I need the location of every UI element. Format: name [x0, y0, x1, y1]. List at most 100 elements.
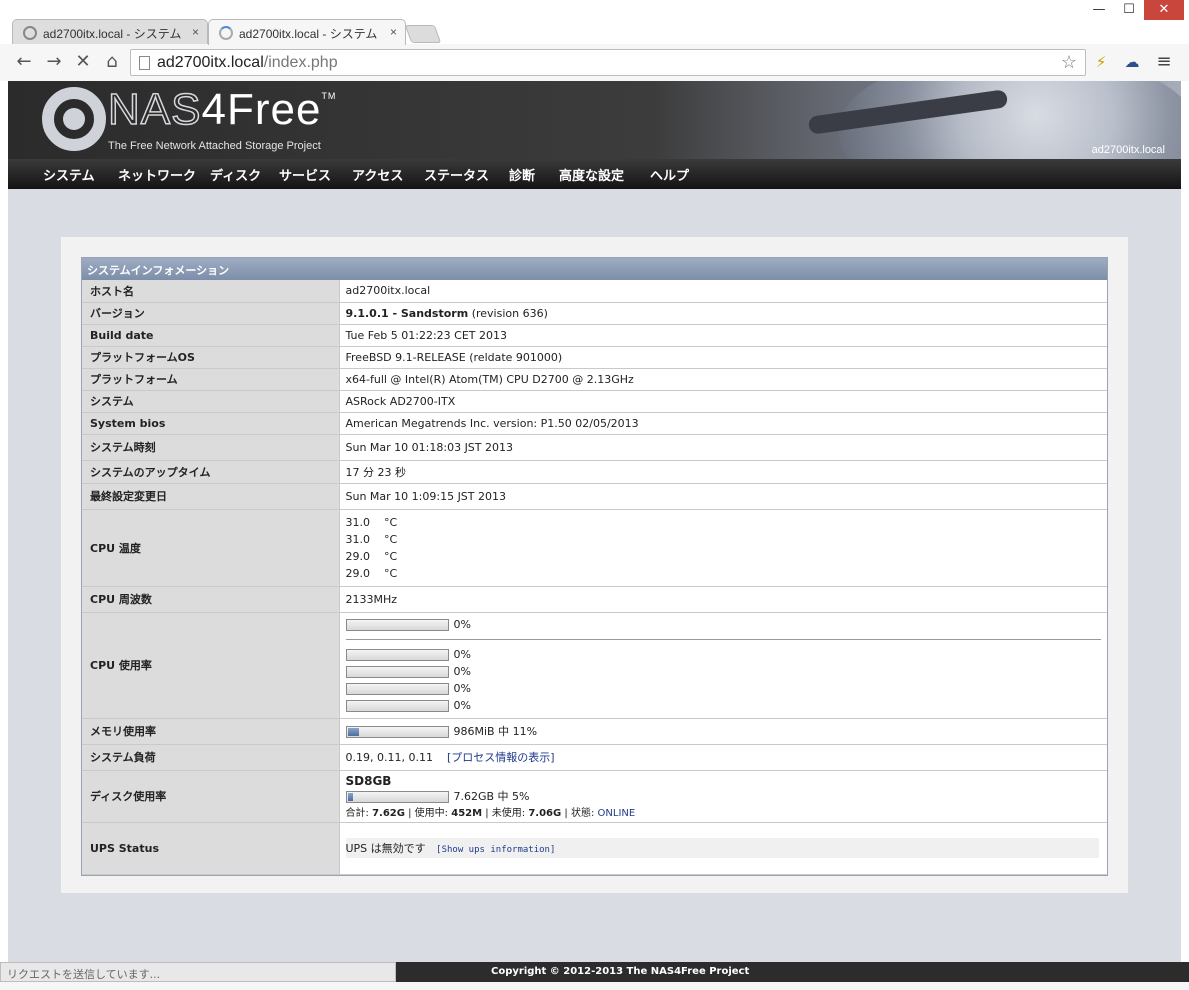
address-bar[interactable]: ad2700itx.local/index.php ☆ — [130, 49, 1086, 76]
cpu-temp-line: 31.0 °C — [345, 532, 398, 546]
table-row: システム時刻 Sun Mar 10 01:18:03 JST 2013 — [82, 434, 1107, 461]
home-icon[interactable]: ⌂ — [100, 50, 124, 74]
table-row: システム負荷 0.19, 0.11, 0.11 [プロセス情報の表示] — [82, 744, 1107, 771]
status-bar: リクエストを送信しています... Copyright © 2012-2013 T… — [0, 962, 1189, 982]
table-row: システムのアップタイム 17 分 23 秒 — [82, 460, 1107, 484]
hostname-label: ad2700itx.local — [1091, 144, 1165, 156]
tab-close-icon[interactable]: × — [390, 25, 397, 39]
loading-status: リクエストを送信しています... — [0, 962, 396, 982]
table-row: CPU 温度 31.0 °C 31.0 °C 29.0 °C 29.0 °C — [82, 509, 1107, 587]
cpu-total-usage: 0% — [345, 616, 1108, 633]
row-label: メモリ使用率 — [82, 718, 340, 745]
table-row: CPU 使用率 0% 0% 0% 0% 0% — [82, 612, 1108, 719]
menu-services[interactable]: サービス — [279, 165, 331, 184]
cpu-temp-values: 31.0 °C 31.0 °C 29.0 °C 29.0 °C — [339, 509, 1107, 587]
new-tab-button[interactable] — [404, 25, 442, 43]
memory-progress-bar — [345, 726, 449, 738]
browser-chrome: ad2700itx.local - システム × ad2700itx.local… — [0, 0, 1189, 81]
row-label: System bios — [82, 412, 340, 435]
loading-spinner-icon — [219, 26, 233, 40]
build-date-value: Tue Feb 5 01:22:23 CET 2013 — [339, 324, 1107, 347]
last-config-value: Sun Mar 10 1:09:15 JST 2013 — [339, 483, 1107, 510]
platform-value: x64-full @ Intel(R) Atom(TM) CPU D2700 @… — [339, 368, 1107, 391]
forward-arrow-icon[interactable]: → — [42, 50, 66, 74]
menu-help[interactable]: ヘルプ — [650, 165, 689, 184]
menu-access[interactable]: アクセス — [352, 165, 403, 184]
window-bottom-edge — [0, 982, 1189, 990]
table-row: Build date Tue Feb 5 01:22:23 CET 2013 — [82, 324, 1107, 347]
menu-advanced[interactable]: 高度な設定 — [559, 165, 624, 184]
row-label: CPU 使用率 — [82, 612, 340, 719]
menu-disk[interactable]: ディスク — [210, 165, 261, 184]
row-label: バージョン — [82, 302, 340, 325]
disk-details: 合計: 7.62G | 使用中: 452M | 未使用: 7.06G | 状態:… — [345, 807, 636, 819]
row-label: プラットフォームOS — [82, 346, 340, 369]
menu-diagnostics[interactable]: 診断 — [509, 165, 535, 184]
bookmark-star-icon[interactable]: ☆ — [1061, 50, 1077, 75]
system-time-value: Sun Mar 10 01:18:03 JST 2013 — [339, 434, 1107, 461]
extension-key-icon[interactable]: ⚡ — [1091, 52, 1111, 72]
browser-toolbar: ← → ✕ ⌂ ad2700itx.local/index.php ☆ ⚡ ☁ … — [0, 44, 1189, 81]
ups-status-text: UPS は無効です — [345, 842, 426, 855]
content-panel: システムインフォメーション ホスト名 ad2700itx.local バージョン… — [61, 237, 1128, 893]
maximize-button[interactable]: ☐ — [1114, 0, 1144, 20]
table-row: System bios American Megatrends Inc. ver… — [82, 412, 1107, 435]
row-label: システム時刻 — [82, 434, 340, 461]
tab-close-icon[interactable]: × — [192, 25, 199, 39]
hostname-value: ad2700itx.local — [339, 280, 1107, 303]
cpu-core-progress-bar — [345, 700, 449, 712]
row-label: CPU 温度 — [82, 509, 340, 587]
logo-tagline: The Free Network Attached Storage Projec… — [108, 140, 321, 152]
system-info-table: ホスト名 ad2700itx.local バージョン 9.1.0.1 - San… — [82, 280, 1107, 875]
system-info-box: システムインフォメーション ホスト名 ad2700itx.local バージョン… — [81, 257, 1108, 876]
row-label: 最終設定変更日 — [82, 483, 340, 510]
table-row: システム ASRock AD2700-ITX — [82, 390, 1107, 413]
menu-network[interactable]: ネットワーク — [118, 165, 196, 184]
disk-usage-bar-row: 7.62GB 中 5% — [345, 788, 1108, 804]
cpu-total-progress-bar — [345, 619, 449, 631]
cpu-temp-line: 29.0 °C — [345, 566, 398, 580]
row-label: システムのアップタイム — [82, 460, 340, 484]
menu-status[interactable]: ステータス — [424, 165, 489, 184]
version-value: 9.1.0.1 - Sandstorm (revision 636) — [339, 302, 1107, 325]
page-icon — [139, 56, 150, 70]
cpu-core-usage: 0% — [345, 646, 1108, 663]
bios-value: American Megatrends Inc. version: P1.50 … — [339, 412, 1107, 435]
cpu-core-progress-bar — [345, 666, 449, 678]
cloud-icon[interactable]: ☁ — [1122, 52, 1142, 72]
nas4free-logo-icon — [42, 87, 106, 151]
browser-tab-1[interactable]: ad2700itx.local - システム × — [12, 19, 208, 45]
cpu-core-usage: 0% — [345, 697, 1108, 714]
page-viewport: NAS4FreeTM The Free Network Attached Sto… — [8, 81, 1181, 962]
disk-usage: SD8GB 7.62GB 中 5% 合計: 7.62G | 使用中: 452M … — [339, 770, 1108, 823]
tab-title: ad2700itx.local - システム — [43, 27, 182, 41]
main-menu: システム ネットワーク ディスク サービス アクセス ステータス 診断 高度な設… — [8, 159, 1181, 189]
system-value: ASRock AD2700-ITX — [339, 390, 1107, 413]
table-row: ディスク使用率 SD8GB 7.62GB 中 5% 合計: 7.62G | 使用… — [82, 770, 1108, 823]
disk-progress-bar — [345, 790, 449, 803]
cpu-freq-value: 2133MHz — [339, 586, 1107, 613]
row-label: CPU 周波数 — [82, 586, 340, 613]
menu-system[interactable]: システム — [43, 165, 95, 184]
process-info-link[interactable]: [プロセス情報の表示] — [447, 751, 555, 764]
url-host: ad2700itx.local — [157, 54, 264, 71]
minimize-button[interactable]: — — [1084, 0, 1114, 20]
platform-os-value: FreeBSD 9.1-RELEASE (reldate 901000) — [339, 346, 1107, 369]
nas4free-logo-text: NAS4FreeTM — [107, 84, 337, 135]
browser-tab-2[interactable]: ad2700itx.local - システム × — [208, 19, 406, 45]
table-row: プラットフォームOS FreeBSD 9.1-RELEASE (reldate … — [82, 346, 1107, 369]
table-row: ホスト名 ad2700itx.local — [82, 280, 1107, 303]
disk-name: SD8GB — [345, 773, 392, 788]
menu-hamburger-icon[interactable]: ≡ — [1154, 52, 1174, 72]
back-arrow-icon[interactable]: ← — [12, 50, 36, 74]
load-value: 0.19, 0.11, 0.11 [プロセス情報の表示] — [339, 744, 1107, 771]
row-label: ホスト名 — [82, 280, 340, 303]
stop-loading-icon[interactable]: ✕ — [71, 50, 95, 74]
close-window-button[interactable]: ✕ — [1144, 0, 1184, 20]
tab-title: ad2700itx.local - システム — [239, 27, 378, 41]
row-label: システム — [82, 390, 340, 413]
row-label: プラットフォーム — [82, 368, 340, 391]
show-ups-info-link[interactable]: [Show ups information] — [436, 845, 555, 855]
ups-status-box: UPS は無効です [Show ups information] — [345, 838, 1099, 858]
table-row: バージョン 9.1.0.1 - Sandstorm (revision 636) — [82, 302, 1107, 325]
